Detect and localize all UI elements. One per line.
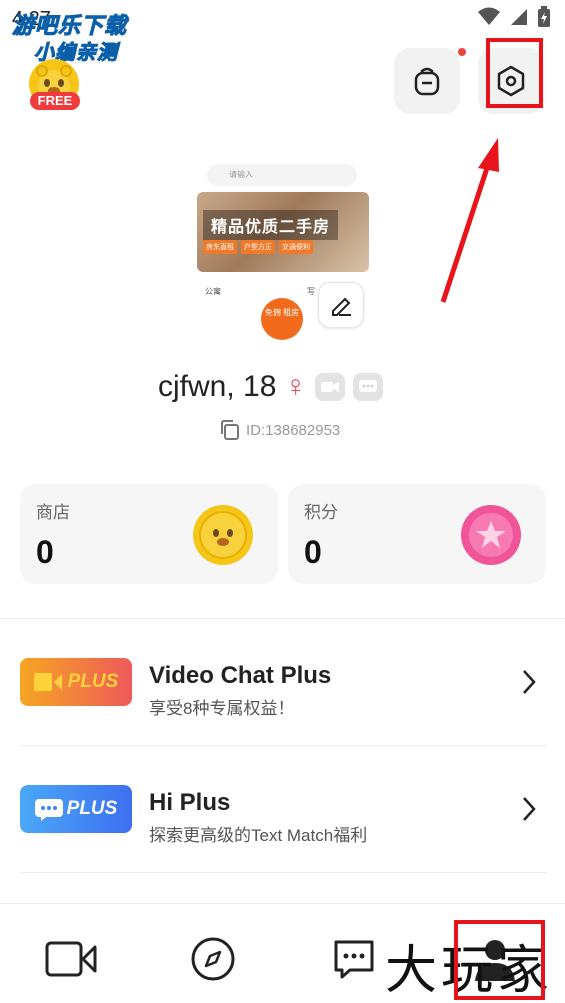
banner-title: 精品优质二手房 [203,210,339,240]
hi-plus-badge-text: PLUS [66,798,118,819]
banner-tag: 户型方正 [241,240,275,254]
video-camera-icon [45,941,97,977]
profile-name-line: cjfwn, 18 ♀ [158,370,383,404]
divider [0,618,565,619]
banner-bubble: 免佣 租房 [261,298,303,340]
points-value: 0 [304,534,322,570]
banner-tag: 房东直租 [203,240,237,254]
video-plus-title: Video Chat Plus [149,662,332,689]
video-plus-subtitle: 享受8种专属权益！ [149,699,295,718]
banner-right-label: 写 [307,287,315,296]
banner-search: 请输入 [207,164,357,186]
shop-card[interactable]: 商店 0 [20,484,278,584]
banner-tag: 交通便利 [279,240,313,254]
wifi-icon [478,7,500,25]
highlight-settings [486,38,543,108]
tab-chat[interactable] [327,932,381,986]
free-badge: FREE [30,92,80,110]
battery-icon [538,6,550,27]
copy-icon [221,420,239,440]
banner-left-label: 公寓 [205,287,221,296]
hi-plus-subtitle: 探索更高级的Text Match福利 [149,826,368,845]
coin-icon [193,505,253,565]
highlight-profile-tab [454,920,545,1000]
shop-label: 商店 [36,503,70,522]
user-id-text: ID:138682953 [246,421,341,439]
edit-profile-button[interactable] [318,282,364,328]
divider [20,745,547,746]
pencil-icon [332,297,351,316]
chevron-right-icon [523,797,536,821]
hi-plus-title: Hi Plus [149,789,231,816]
backpack-button[interactable] [394,48,460,114]
tab-discover[interactable] [186,932,240,986]
compass-icon [191,937,235,981]
tab-video[interactable] [44,932,98,986]
divider [20,872,547,873]
gender-icon: ♀ [284,370,307,403]
chat-plus-icon [34,799,63,821]
banner-photo: 精品优质二手房 房东直租 户型方正 交通便利 [197,192,369,272]
points-label: 积分 [304,503,338,522]
video-chat-plus-row[interactable]: PLUS Video Chat Plus 享受8种专属权益！ [20,634,547,734]
chat-badge-icon [352,373,383,401]
shop-value: 0 [36,534,54,570]
video-plus-badge-text: PLUS [67,671,119,692]
video-badge-icon [314,373,345,401]
status-icons [477,6,551,28]
hi-plus-row[interactable]: PLUS Hi Plus 探索更高级的Text Match福利 [20,761,547,861]
star-points-icon [461,505,521,565]
notification-dot [458,48,466,56]
chevron-right-icon [523,670,536,694]
signal-icon [511,9,527,25]
chat-icon [334,940,374,979]
user-id[interactable]: ID:138682953 [218,418,340,442]
backpack-icon [414,67,440,96]
hi-plus-badge: PLUS [20,785,132,833]
profile-name: cjfwn, 18 [158,370,277,403]
video-plus-icon [33,673,62,691]
banner-tags: 房东直租 户型方正 交通便利 [203,240,313,254]
points-card[interactable]: 积分 0 [288,484,546,584]
video-plus-badge: PLUS [20,658,132,706]
